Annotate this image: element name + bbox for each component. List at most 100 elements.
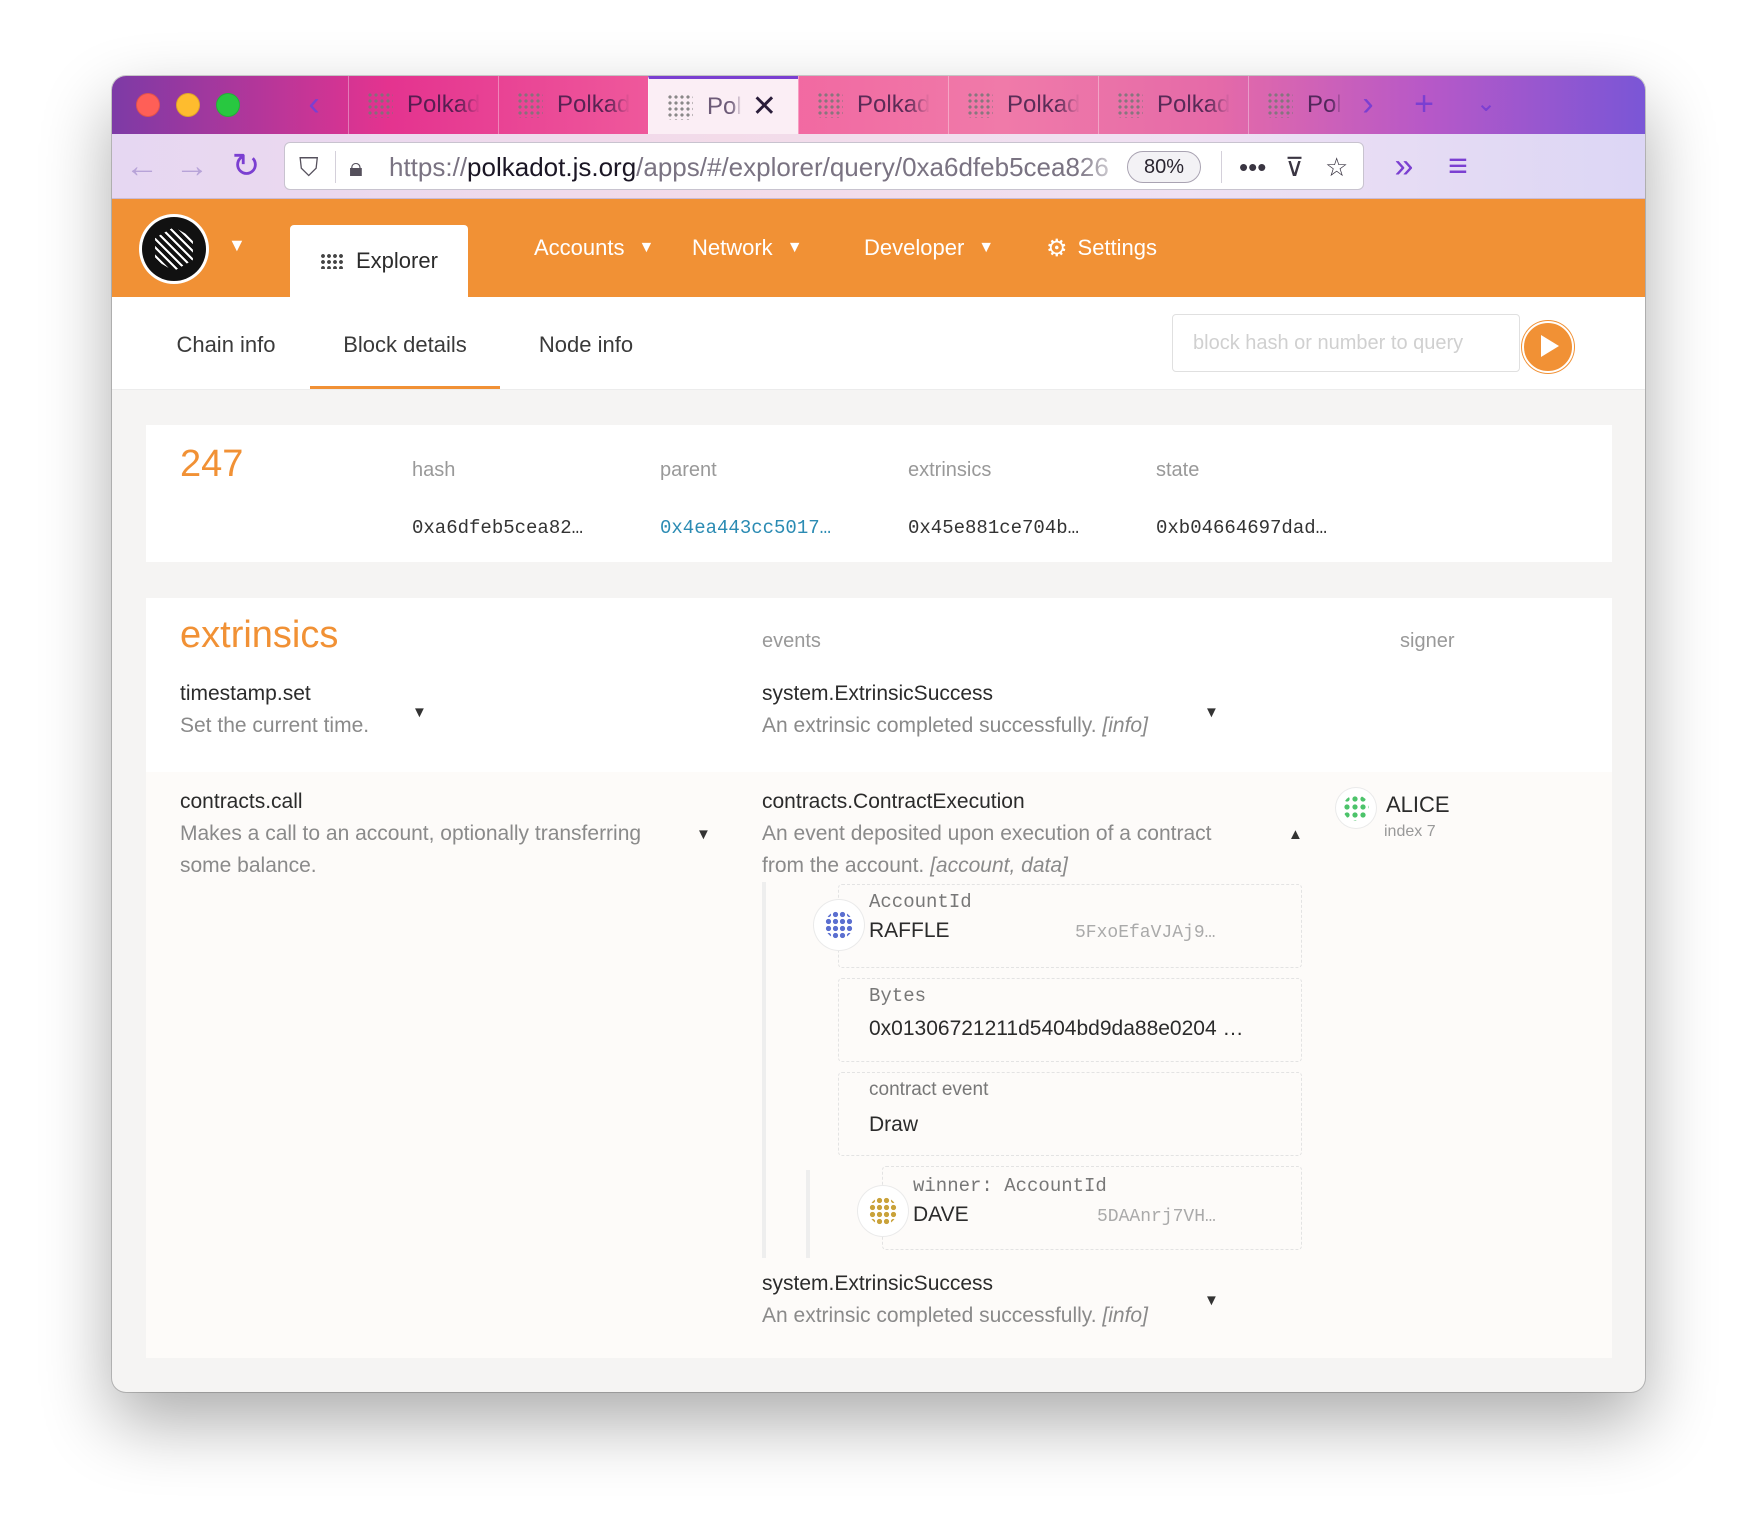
forward-arrow-icon[interactable]: → — [170, 144, 214, 188]
event-name: system.ExtrinsicSuccess — [762, 1272, 994, 1295]
close-tab-icon[interactable]: ✕ — [752, 89, 777, 124]
reload-icon[interactable]: ↻ — [224, 144, 268, 188]
winner-address[interactable]: 5DAAnrj7VH… — [1097, 1207, 1216, 1227]
parent-label: parent — [660, 459, 717, 481]
hamburger-menu-icon[interactable]: ≡ — [1436, 144, 1480, 188]
signer-name: ALICE — [1386, 792, 1450, 817]
contract-event-label: contract event — [869, 1079, 989, 1100]
account-param: AccountId RAFFLE 5FxoEfaVJAj9… — [838, 884, 1302, 968]
browser-tab[interactable]: Polkad — [498, 76, 648, 134]
browser-tab[interactable]: Polkad — [948, 76, 1098, 134]
dave-identicon[interactable] — [858, 1186, 908, 1236]
event-doc: An extrinsic completed successfully. [in… — [762, 1304, 1148, 1327]
tab-block-details[interactable]: Block details — [310, 297, 500, 389]
block-hash-value: 0xa6dfeb5cea82… — [412, 517, 584, 539]
browser-toolbar: ← → ↻ ⛉ 🔒︎ https://polkadot.js.org/apps/… — [112, 134, 1645, 199]
query-submit-button[interactable] — [1522, 321, 1574, 373]
tab-bar: ‹ Polkad Polkad Pol ✕ Polkad Polkad Polk… — [112, 76, 1645, 134]
alice-identicon[interactable] — [1336, 788, 1376, 828]
scroll-tabs-left-icon[interactable]: ‹ — [292, 84, 336, 128]
url-bar[interactable]: ⛉ 🔒︎ https://polkadot.js.org/apps/#/expl… — [284, 142, 1364, 190]
expand-caret-down-icon[interactable]: ▼ — [412, 704, 427, 721]
back-arrow-icon[interactable]: ← — [120, 144, 164, 188]
url-divider — [335, 151, 336, 183]
event-doc: An extrinsic completed successfully. [in… — [762, 714, 1148, 737]
overflow-chevrons-icon[interactable]: » — [1382, 144, 1426, 188]
browser-tab[interactable]: Polkad — [1098, 76, 1248, 134]
collapse-caret-up-icon[interactable]: ▲ — [1288, 826, 1303, 843]
minimize-window-button[interactable] — [176, 93, 200, 117]
polkadot-favicon-icon — [967, 92, 993, 118]
caret-down-icon: ▼ — [978, 239, 995, 256]
play-icon — [1541, 335, 1559, 357]
sub-navigation: Chain info Block details Node info — [112, 297, 1645, 390]
nested-indent-bar — [806, 1170, 810, 1258]
extrinsic-row: timestamp.set Set the current time. ▼ sy… — [146, 674, 1612, 772]
more-actions-icon[interactable]: ••• — [1239, 149, 1266, 185]
account-param-label: AccountId — [869, 891, 972, 913]
caret-down-icon: ▼ — [638, 239, 655, 256]
bookmark-star-icon[interactable]: ☆ — [1325, 149, 1348, 185]
chain-selector-caret-icon[interactable]: ▼ — [228, 235, 246, 256]
pocket-icon[interactable]: ⊽ — [1285, 149, 1304, 185]
browser-tab[interactable]: Pol — [1248, 76, 1340, 134]
grid-icon — [320, 253, 344, 269]
polkadot-favicon-icon — [817, 92, 843, 118]
browser-tab[interactable]: Polkad — [348, 76, 498, 134]
extrinsics-title: extrinsics — [180, 614, 339, 656]
signer-column-header: signer — [1400, 630, 1455, 652]
polkadot-logo[interactable] — [142, 217, 206, 281]
nav-settings[interactable]: ⚙ Settings — [1046, 199, 1157, 297]
account-address[interactable]: 5FxoEfaVJAj9… — [1075, 923, 1215, 943]
zoom-level-badge[interactable]: 80% — [1127, 151, 1201, 183]
maximize-window-button[interactable] — [216, 93, 240, 117]
event-name: contracts.ContractExecution — [762, 790, 1025, 813]
nav-explorer[interactable]: Explorer — [290, 225, 468, 297]
new-tab-icon[interactable]: + — [1402, 84, 1446, 128]
contract-event-param: contract event Draw — [838, 1072, 1302, 1156]
block-query-input[interactable] — [1172, 314, 1520, 372]
close-window-button[interactable] — [136, 93, 160, 117]
block-header-card: 247 hash parent extrinsics state 0xa6dfe… — [146, 425, 1612, 562]
polkadot-favicon-icon — [667, 93, 693, 120]
account-name: RAFFLE — [869, 919, 950, 942]
params-indent-bar — [762, 882, 766, 1258]
browser-tab[interactable]: Polkad — [798, 76, 948, 134]
signer-index: index 7 — [1384, 823, 1436, 840]
expand-caret-down-icon[interactable]: ▼ — [1204, 704, 1219, 721]
lock-icon[interactable]: 🔒︎ — [349, 149, 363, 185]
contract-event-value: Draw — [869, 1113, 919, 1136]
list-tabs-chevron-down-icon[interactable]: ⌄ — [1464, 84, 1508, 128]
expand-caret-down-icon[interactable]: ▼ — [696, 826, 711, 843]
nav-accounts[interactable]: Accounts ▼ — [534, 199, 654, 297]
url-divider — [1221, 151, 1222, 183]
polkadot-favicon-icon — [1117, 92, 1143, 118]
url-text[interactable]: https://polkadot.js.org/apps/#/explorer/… — [389, 143, 1129, 191]
event-name: system.ExtrinsicSuccess — [762, 682, 994, 705]
state-root-value: 0xb04664697dad… — [1156, 517, 1328, 539]
tab-node-info[interactable]: Node info — [516, 297, 656, 389]
extrinsics-root-label: extrinsics — [908, 459, 992, 481]
expand-caret-down-icon[interactable]: ▼ — [1204, 1292, 1219, 1309]
shield-icon[interactable]: ⛉ — [299, 149, 319, 185]
polkadot-favicon-icon — [517, 92, 543, 118]
winner-name: DAVE — [913, 1203, 969, 1226]
method-doc: Set the current time. — [180, 714, 370, 737]
extrinsics-card: extrinsics events signer timestamp.set S… — [146, 598, 1612, 1358]
app-header: ▼ Explorer Accounts ▼ Network ▼ Developer ▼… — [112, 199, 1645, 297]
nav-developer[interactable]: Developer ▼ — [864, 199, 994, 297]
raffle-identicon[interactable] — [814, 900, 864, 950]
parent-hash-link[interactable]: 0x4ea443cc5017… — [660, 517, 831, 539]
browser-tab-active[interactable]: Pol ✕ — [648, 76, 798, 134]
scroll-tabs-right-icon[interactable]: › — [1346, 84, 1390, 128]
caret-down-icon: ▼ — [786, 239, 803, 256]
bytes-param: Bytes 0x01306721211d5404bd9da88e0204 … — [838, 978, 1302, 1062]
tab-chain-info[interactable]: Chain info — [156, 297, 296, 389]
extrinsic-row: contracts.call Makes a call to an accoun… — [146, 772, 1612, 1358]
bytes-param-label: Bytes — [869, 985, 927, 1007]
nav-network[interactable]: Network ▼ — [692, 199, 803, 297]
winner-param-label: winner: AccountId — [913, 1175, 1107, 1197]
gears-icon: ⚙ — [1046, 234, 1068, 262]
polkadot-favicon-icon — [1267, 92, 1293, 118]
extrinsics-root-value: 0x45e881ce704b… — [908, 517, 1080, 539]
